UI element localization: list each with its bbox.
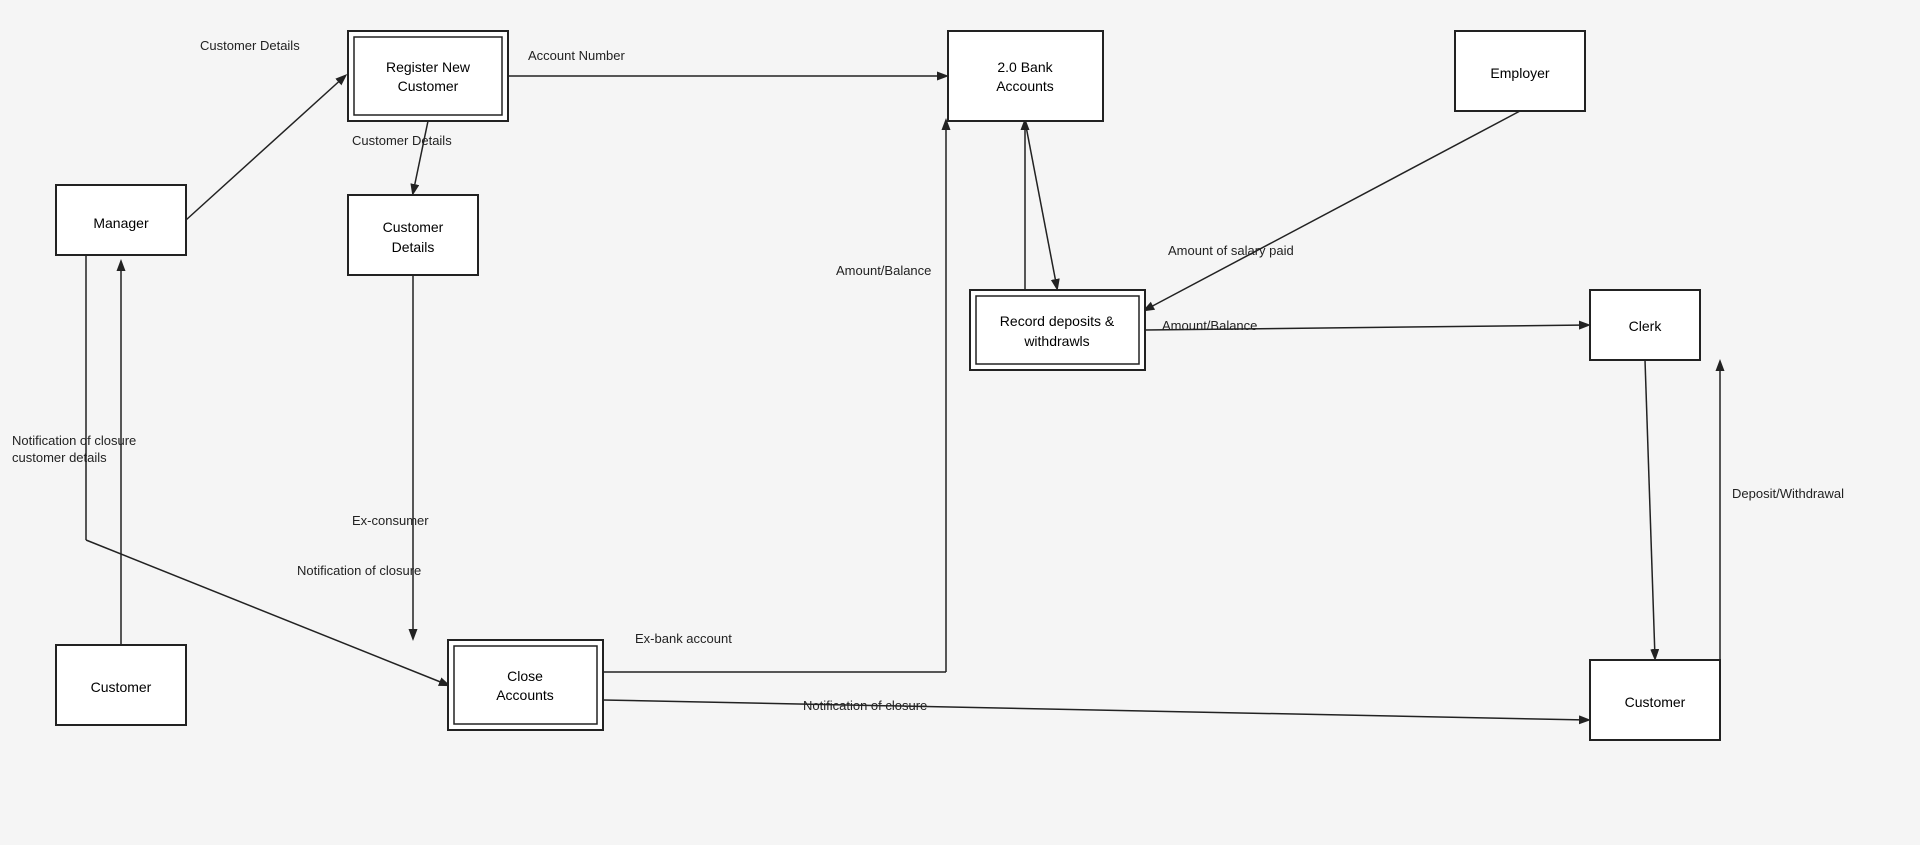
customer-details-label-1: Customer — [383, 219, 444, 235]
record-deposits-label-2: withdrawls — [1023, 333, 1089, 349]
record-deposits-label-1: Record deposits & — [1000, 313, 1115, 329]
flow-label-ex-consumer: Ex-consumer — [352, 513, 429, 528]
diagram-container: Manager Customer Register New Customer C… — [0, 0, 1920, 845]
close-accounts-label-1: Close — [507, 668, 543, 684]
flow-label-salary: Amount of salary paid — [1168, 243, 1294, 258]
register-label-2: Customer — [398, 78, 459, 94]
flow-label-notification-closure-1: Notification of closure — [12, 433, 136, 448]
customer-right-label: Customer — [1625, 694, 1686, 710]
flow-label-notification-closure-3: Notification of closure — [803, 698, 927, 713]
flow-label-notification-closure-2: Notification of closure — [297, 563, 421, 578]
register-label-1: Register New — [386, 59, 471, 75]
manager-label: Manager — [93, 215, 149, 231]
flow-label-deposit-withdrawal: Deposit/Withdrawal — [1732, 486, 1844, 501]
flow-label-amount-balance-1: Amount/Balance — [836, 263, 931, 278]
flow-label-customer-details-2: Customer Details — [352, 133, 452, 148]
flow-label-account-number: Account Number — [528, 48, 625, 63]
bank-accounts-label-1: 2.0 Bank — [997, 59, 1053, 75]
diagram-svg: Manager Customer Register New Customer C… — [0, 0, 1920, 845]
bank-accounts-label-2: Accounts — [996, 78, 1054, 94]
flow-label-amount-balance-2: Amount/Balance — [1162, 318, 1257, 333]
flow-label-customer-details-1: Customer Details — [200, 38, 300, 53]
flow-label-ex-bank: Ex-bank account — [635, 631, 732, 646]
flow-label-customer-details-3: customer details — [12, 450, 107, 465]
employer-label: Employer — [1490, 65, 1549, 81]
customer-ext-label: Customer — [91, 679, 152, 695]
clerk-label: Clerk — [1629, 318, 1663, 334]
close-accounts-label-2: Accounts — [496, 687, 554, 703]
customer-details-label-2: Details — [392, 239, 435, 255]
